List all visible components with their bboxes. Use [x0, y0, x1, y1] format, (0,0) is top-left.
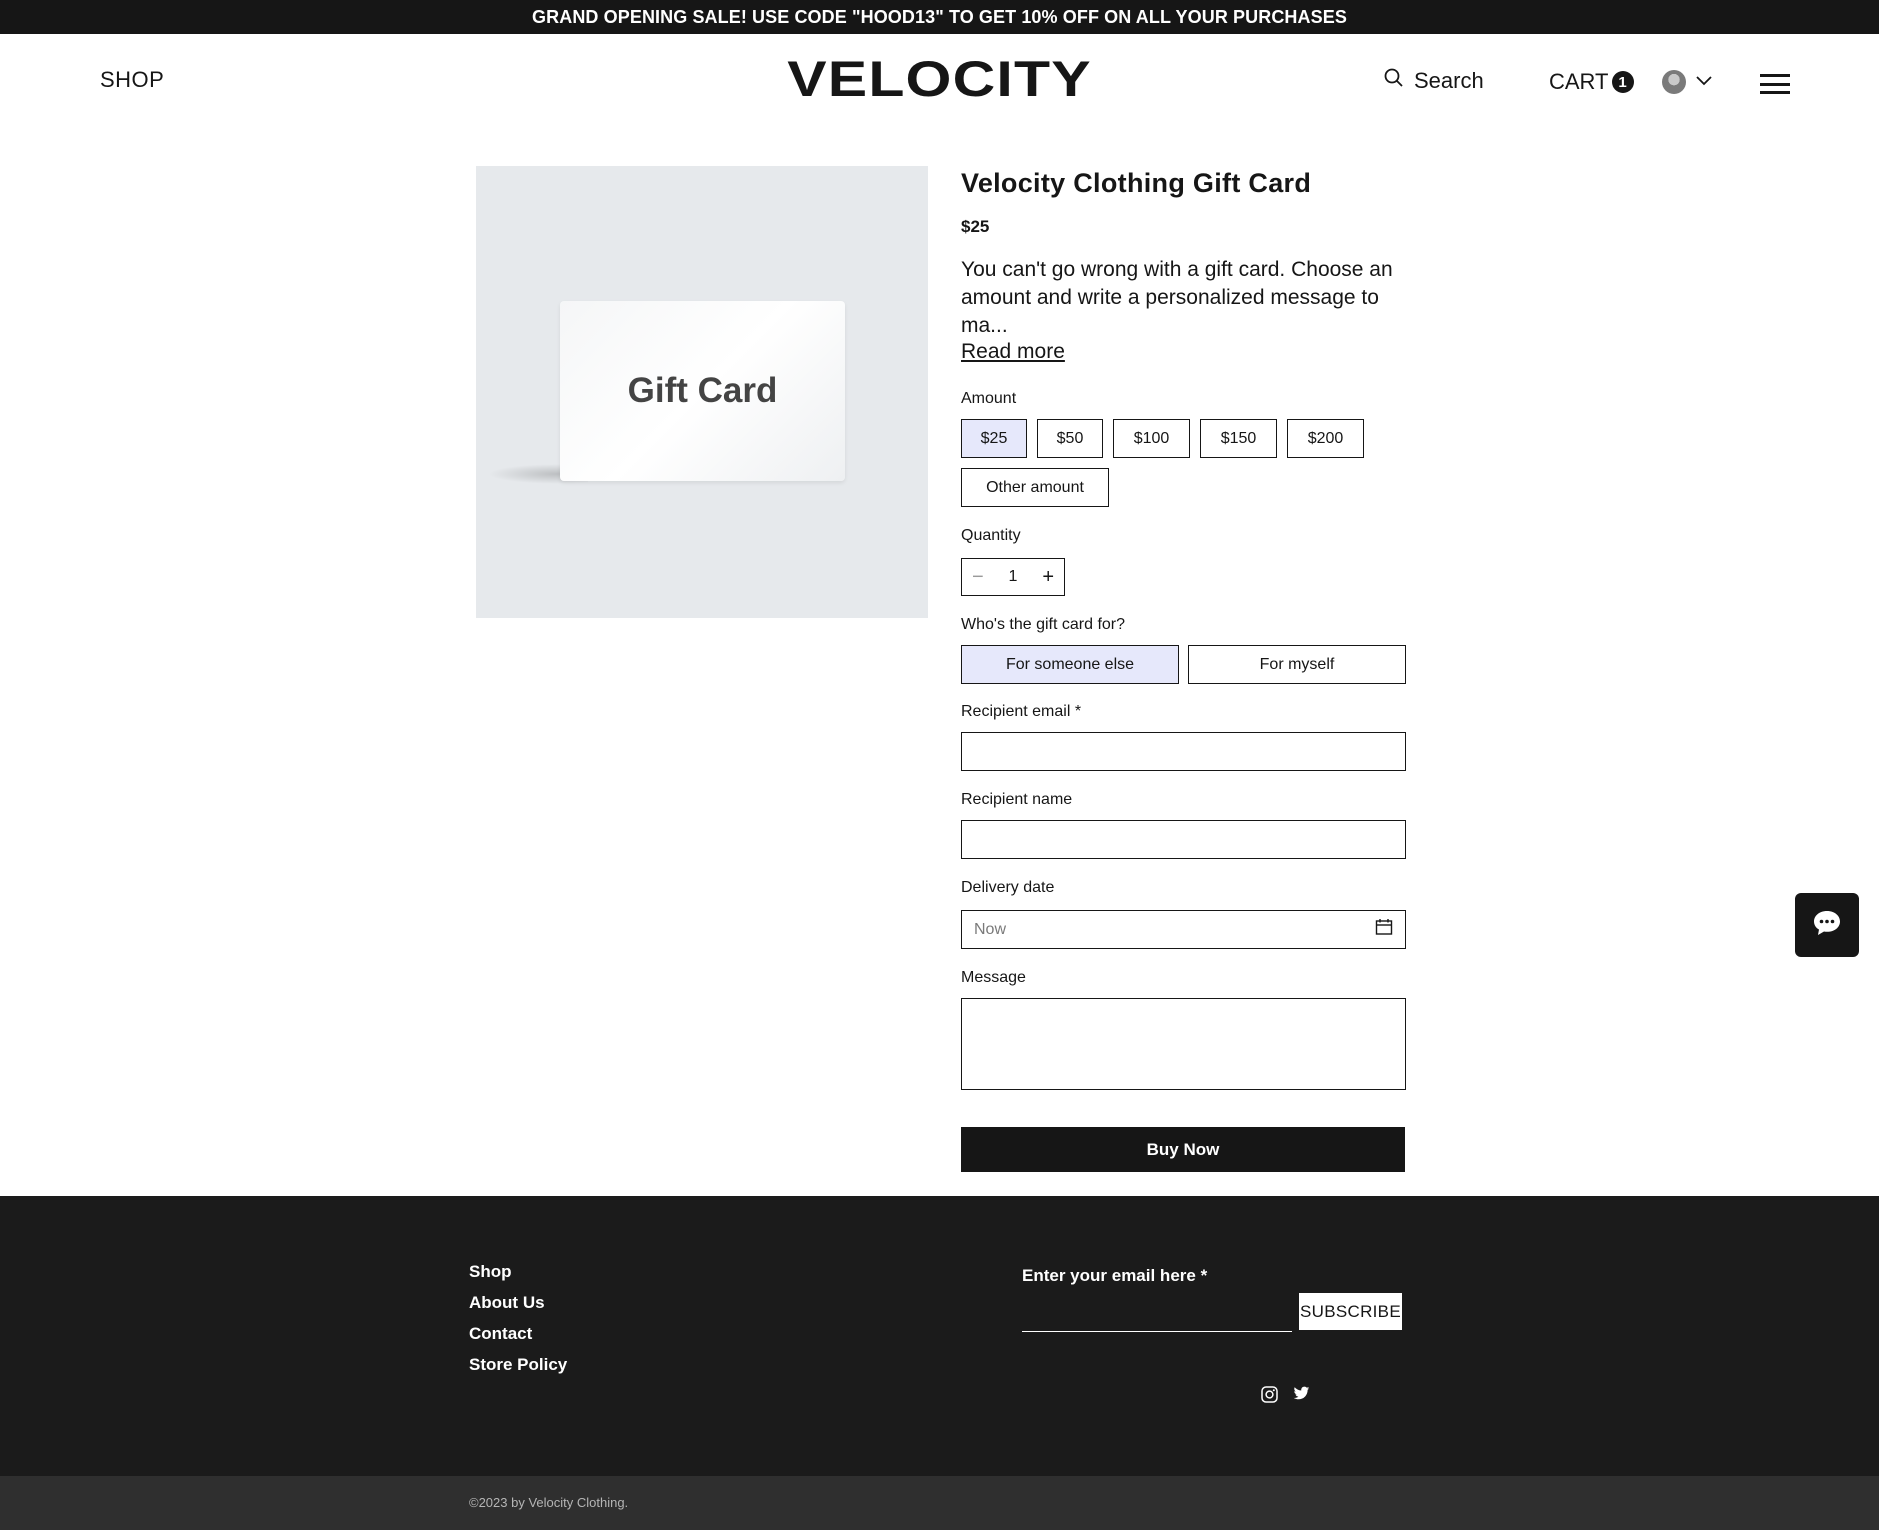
buy-now-button[interactable]: Buy Now: [961, 1127, 1405, 1172]
recipient-question: Who's the gift card for?: [961, 616, 1126, 633]
gift-card-text: Gift Card: [627, 371, 778, 410]
for-someone-else-option[interactable]: For someone else: [961, 645, 1179, 684]
footer-links: Shop About Us Contact Store Policy: [469, 1262, 567, 1375]
avatar: [1662, 70, 1686, 94]
recipient-email-label: Recipient email *: [961, 703, 1082, 720]
recipient-name-label: Recipient name: [961, 791, 1073, 808]
message-textarea[interactable]: [961, 998, 1406, 1090]
other-amount-option[interactable]: Other amount: [961, 468, 1109, 507]
cart-button[interactable]: CART 1: [1549, 69, 1634, 95]
gift-card-graphic: Gift Card: [560, 301, 845, 481]
product-title: Velocity Clothing Gift Card: [961, 168, 1312, 198]
amount-option-25[interactable]: $25: [961, 419, 1027, 458]
hamburger-menu-icon[interactable]: [1760, 74, 1790, 94]
copyright-bar: ©2023 by Velocity Clothing.: [0, 1476, 1879, 1530]
instagram-icon[interactable]: [1261, 1386, 1278, 1408]
account-menu[interactable]: [1662, 70, 1712, 94]
product-description: You can't go wrong with a gift card. Cho…: [961, 258, 1393, 337]
newsletter-email-input[interactable]: [1022, 1331, 1292, 1332]
footer-link-shop[interactable]: Shop: [469, 1262, 567, 1282]
twitter-icon[interactable]: [1293, 1386, 1310, 1408]
announcement-bar: GRAND OPENING SALE! USE CODE "HOOD13" TO…: [0, 0, 1879, 34]
subscribe-button[interactable]: SUBSCRIBE: [1299, 1293, 1402, 1330]
delivery-date-value: Now: [974, 920, 1007, 938]
amount-option-50[interactable]: $50: [1037, 419, 1103, 458]
product-price: $25: [961, 217, 990, 236]
announcement-text: GRAND OPENING SALE! USE CODE "HOOD13" TO…: [532, 6, 1347, 27]
chevron-down-icon: [1696, 73, 1712, 91]
delivery-date-label: Delivery date: [961, 879, 1055, 896]
chat-bubble-icon: [1812, 909, 1842, 942]
quantity-decrease-button[interactable]: −: [972, 566, 984, 589]
chat-button[interactable]: [1795, 893, 1859, 957]
quantity-label: Quantity: [961, 527, 1021, 544]
amount-label: Amount: [961, 390, 1017, 407]
footer-link-about-us[interactable]: About Us: [469, 1293, 567, 1313]
recipient-name-input[interactable]: [961, 820, 1406, 859]
site-footer: Shop About Us Contact Store Policy Enter…: [0, 1196, 1879, 1476]
cart-count-badge: 1: [1611, 71, 1634, 93]
footer-link-contact[interactable]: Contact: [469, 1324, 567, 1344]
amount-option-100[interactable]: $100: [1113, 419, 1190, 458]
for-myself-option[interactable]: For myself: [1188, 645, 1406, 684]
search-button[interactable]: Search: [1384, 68, 1484, 94]
amount-option-200[interactable]: $200: [1287, 419, 1364, 458]
search-label: Search: [1414, 68, 1484, 93]
social-links: [1261, 1386, 1310, 1408]
copyright-text: ©2023 by Velocity Clothing.: [469, 1495, 629, 1510]
quantity-increase-button[interactable]: +: [1042, 566, 1054, 589]
quantity-stepper: − 1 +: [961, 558, 1065, 596]
delivery-date-input[interactable]: Now: [961, 910, 1406, 949]
site-header: SHOP VELOCITY Search CART 1: [0, 34, 1879, 130]
read-more-link[interactable]: Read more: [961, 340, 1065, 364]
quantity-value[interactable]: 1: [1009, 568, 1018, 586]
footer-link-store-policy[interactable]: Store Policy: [469, 1355, 567, 1375]
message-label: Message: [961, 969, 1026, 986]
newsletter-email-label: Enter your email here *: [1022, 1266, 1208, 1285]
amount-option-150[interactable]: $150: [1200, 419, 1277, 458]
recipient-email-input[interactable]: [961, 732, 1406, 771]
cart-label: CART: [1549, 69, 1609, 94]
calendar-icon[interactable]: [1375, 918, 1393, 941]
search-icon: [1384, 68, 1404, 94]
product-image[interactable]: Gift Card: [476, 166, 928, 618]
